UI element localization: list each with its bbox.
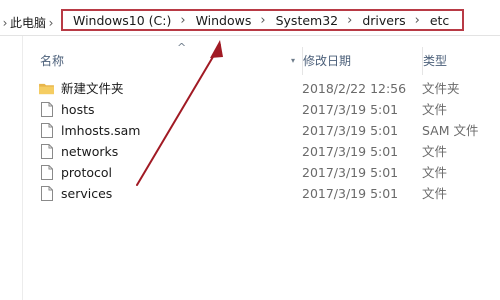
file-date: 2017/3/19 5:01 [302,186,399,201]
breadcrumb-path[interactable]: Windows10 (C:) › Windows › System32 › dr… [61,9,464,31]
breadcrumb-drive[interactable]: Windows10 (C:) [73,13,171,28]
file-type: 文件 [422,165,448,180]
file-type: 文件 [422,102,448,117]
column-header-date-label: 修改日期 [303,54,352,68]
navigation-pane[interactable] [0,36,23,300]
file-type: SAM 文件 [422,123,479,138]
file-icon [41,123,53,138]
list-item[interactable]: hosts 2017/3/19 5:01 文件 [23,99,500,120]
file-date: 2017/3/19 5:01 [302,165,399,180]
file-name: networks [61,144,119,159]
file-name: 新建文件夹 [61,81,124,96]
chevron-right-icon[interactable]: › [180,13,185,28]
file-icon [41,102,53,117]
breadcrumb-windows[interactable]: Windows [196,13,252,28]
breadcrumb-etc[interactable]: etc [430,13,449,28]
address-bar: › 此电脑 › Windows10 (C:) › Windows › System3… [0,9,500,36]
folder-icon [39,83,54,95]
column-header-type[interactable]: 类型 [422,47,500,75]
list-item[interactable]: lmhosts.sam 2017/3/19 5:01 SAM 文件 [23,120,500,141]
chevron-right-icon[interactable]: › [415,13,420,28]
file-list: 新建文件夹 2018/2/22 12:56 文件夹 hosts 2017/3/1… [23,78,500,204]
file-icon [41,165,53,180]
column-header-date[interactable]: 修改日期 [302,47,422,75]
file-icon [41,144,53,159]
file-icon [41,186,53,201]
file-name: protocol [61,165,112,180]
column-header-type-label: 类型 [423,54,448,68]
chevron-right-icon[interactable]: › [347,13,352,28]
breadcrumb-drivers[interactable]: drivers [362,13,405,28]
breadcrumb-this-pc[interactable]: › 此电脑 › [0,14,56,31]
file-date: 2017/3/19 5:01 [302,123,399,138]
file-name: lmhosts.sam [61,123,141,138]
file-name: hosts [61,102,95,117]
file-date: 2018/2/22 12:56 [302,81,407,96]
breadcrumb-root-label: 此电脑 [10,16,47,30]
sort-ascending-icon: ^ [177,41,187,54]
chevron-right-icon[interactable]: › [46,16,56,30]
column-header-name[interactable]: 名称 ^ [40,41,302,75]
list-item[interactable]: services 2017/3/19 5:01 文件 [23,183,500,204]
column-header-row: 名称 ^ ▾ 修改日期 类型 [23,41,500,75]
chevron-right-icon[interactable]: › [0,16,10,30]
chevron-down-icon[interactable]: ▾ [291,56,295,65]
file-type: 文件夹 [422,81,460,96]
file-name: services [61,186,113,201]
file-type: 文件 [422,144,448,159]
list-item[interactable]: networks 2017/3/19 5:01 文件 [23,141,500,162]
list-item[interactable]: 新建文件夹 2018/2/22 12:56 文件夹 [23,78,500,99]
chevron-right-icon[interactable]: › [260,13,265,28]
file-type: 文件 [422,186,448,201]
file-date: 2017/3/19 5:01 [302,102,399,117]
list-item[interactable]: protocol 2017/3/19 5:01 文件 [23,162,500,183]
file-date: 2017/3/19 5:01 [302,144,399,159]
column-header-name-label: 名称 [40,54,65,68]
breadcrumb-system32[interactable]: System32 [276,13,339,28]
